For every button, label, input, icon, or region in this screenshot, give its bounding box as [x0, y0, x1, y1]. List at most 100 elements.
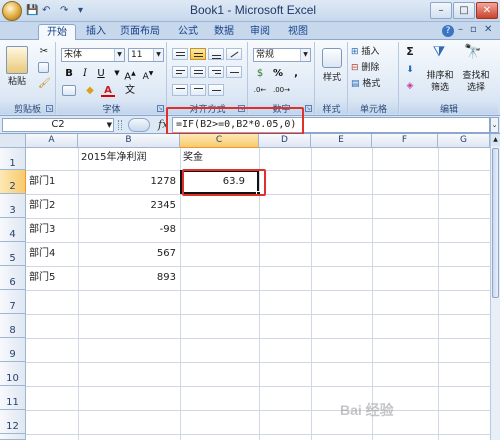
cell-b1[interactable]: 2015年净利润 — [78, 148, 180, 170]
scroll-up-icon[interactable]: ▲ — [491, 134, 500, 146]
cell-c1[interactable]: 奖金 — [180, 148, 259, 170]
decrease-indent-icon[interactable] — [172, 84, 188, 96]
cell-a6[interactable]: 部门5 — [26, 266, 78, 290]
dialog-launcher-icon[interactable]: ↘ — [305, 105, 312, 112]
formula-bar-buttons[interactable] — [128, 118, 150, 132]
row-header[interactable]: 12 — [0, 410, 26, 434]
decrease-font-icon[interactable]: A▼ — [141, 67, 155, 82]
help-icon[interactable]: ? — [442, 25, 454, 37]
ribbon-restore-icon[interactable]: ▫ — [470, 24, 477, 35]
maximize-button[interactable]: □ — [453, 2, 475, 19]
office-button[interactable] — [2, 1, 22, 21]
styles-button[interactable]: 样式 — [317, 72, 347, 84]
tab-formulas[interactable]: 公式 — [170, 24, 206, 40]
font-color-icon[interactable]: A — [101, 84, 115, 97]
column-header-e[interactable]: E — [311, 134, 372, 148]
select-all-corner[interactable] — [0, 134, 26, 148]
insert-cells-button[interactable]: ⊞ 插入 — [351, 46, 399, 58]
cell-b5[interactable]: 567 — [78, 242, 180, 266]
cell-a3[interactable]: 部门2 — [26, 194, 78, 218]
row-header[interactable]: 3 — [0, 194, 26, 218]
row-header[interactable]: 11 — [0, 386, 26, 410]
fill-color-icon[interactable]: ◆ — [83, 84, 97, 97]
cut-icon[interactable]: ✂ — [38, 46, 50, 58]
align-right-icon[interactable] — [208, 66, 224, 78]
copy-icon[interactable] — [38, 62, 49, 73]
row-header[interactable]: 10 — [0, 362, 26, 386]
align-bottom-icon[interactable] — [208, 48, 224, 60]
column-header-d[interactable]: D — [259, 134, 311, 148]
sort-filter-button[interactable]: 排序和 筛选 — [422, 70, 458, 94]
cell-b3[interactable]: 2345 — [78, 194, 180, 218]
fill-icon[interactable]: ⬇ — [404, 64, 416, 76]
align-left-icon[interactable] — [172, 66, 188, 78]
clear-icon[interactable]: ◈ — [404, 80, 416, 92]
phonetic-button[interactable]: 文 — [123, 84, 137, 97]
tab-insert[interactable]: 插入 — [78, 24, 114, 40]
format-cells-button[interactable]: ▤ 格式 — [351, 78, 399, 90]
tab-data[interactable]: 数据 — [206, 24, 242, 40]
underline-dropdown-icon[interactable]: ▼ — [110, 67, 124, 80]
percent-button[interactable]: % — [271, 67, 285, 80]
currency-icon[interactable]: $ — [253, 67, 267, 80]
font-size-combo[interactable]: 11 ▼ — [128, 48, 164, 62]
orientation-icon[interactable] — [226, 48, 242, 60]
name-box[interactable]: C2 ▼ — [2, 118, 114, 132]
column-header-g[interactable]: G — [438, 134, 490, 148]
customize-quick-access-icon[interactable]: ▾ — [78, 4, 83, 18]
column-header-c[interactable]: C — [180, 134, 259, 148]
number-format-combo[interactable]: 常规 ▼ — [253, 48, 311, 62]
tab-view[interactable]: 视图 — [280, 24, 316, 40]
paste-button[interactable]: 粘贴 — [2, 76, 32, 88]
cell-a5[interactable]: 部门4 — [26, 242, 78, 266]
merge-center-icon[interactable] — [226, 66, 242, 78]
styles-icon[interactable] — [322, 48, 342, 68]
row-header[interactable]: 5 — [0, 242, 26, 266]
minimize-button[interactable]: – — [430, 2, 452, 19]
increase-font-icon[interactable]: A▲ — [123, 67, 137, 82]
find-select-icon[interactable]: 🔭 — [462, 45, 484, 59]
find-select-button[interactable]: 查找和 选择 — [458, 70, 494, 94]
dialog-launcher-icon[interactable]: ↘ — [157, 105, 164, 112]
bold-button[interactable]: B — [62, 67, 76, 80]
align-middle-icon[interactable] — [190, 48, 206, 60]
cell-b6[interactable]: 893 — [78, 266, 180, 290]
row-header[interactable]: 6 — [0, 266, 26, 290]
column-header-b[interactable]: B — [78, 134, 180, 148]
row-header[interactable]: 9 — [0, 338, 26, 362]
row-header[interactable]: 4 — [0, 218, 26, 242]
format-painter-icon[interactable]: 🖌 — [38, 78, 51, 90]
increase-decimal-icon[interactable]: .0← — [253, 84, 267, 97]
close-button[interactable]: ✕ — [476, 2, 498, 19]
tab-page-layout[interactable]: 页面布局 — [112, 24, 168, 40]
undo-icon[interactable]: ↶ — [42, 4, 50, 18]
align-top-icon[interactable] — [172, 48, 188, 60]
cell-b4[interactable]: -98 — [78, 218, 180, 242]
row-header[interactable]: 1 — [0, 148, 26, 170]
italic-button[interactable]: I — [78, 67, 92, 80]
tab-review[interactable]: 审阅 — [242, 24, 278, 40]
ribbon-close-icon[interactable]: ✕ — [484, 24, 492, 35]
cell-b2[interactable]: 1278 — [78, 170, 180, 194]
sort-filter-icon[interactable]: ⧩ — [428, 45, 450, 59]
delete-cells-button[interactable]: ⊟ 删除 — [351, 62, 399, 74]
paste-icon[interactable] — [6, 46, 28, 74]
autosum-icon[interactable]: Σ — [404, 46, 416, 58]
save-icon[interactable]: 💾 — [26, 4, 38, 18]
decrease-decimal-icon[interactable]: .00→ — [273, 84, 290, 97]
column-header-f[interactable]: F — [372, 134, 438, 148]
cell-a4[interactable]: 部门3 — [26, 218, 78, 242]
row-header[interactable]: 7 — [0, 290, 26, 314]
scroll-thumb[interactable] — [492, 148, 499, 298]
row-header[interactable]: 13 — [0, 434, 26, 440]
column-header-a[interactable]: A — [26, 134, 78, 148]
comma-button[interactable]: , — [289, 67, 303, 80]
align-center-icon[interactable] — [190, 66, 206, 78]
vertical-scrollbar[interactable]: ▲ — [490, 134, 500, 440]
cell-a2[interactable]: 部门1 — [26, 170, 78, 194]
row-header[interactable]: 8 — [0, 314, 26, 338]
formula-bar-grip[interactable] — [118, 120, 122, 130]
redo-icon[interactable]: ↷ — [60, 4, 68, 18]
ribbon-minimize-icon[interactable]: – — [458, 24, 463, 35]
underline-button[interactable]: U — [94, 67, 108, 80]
